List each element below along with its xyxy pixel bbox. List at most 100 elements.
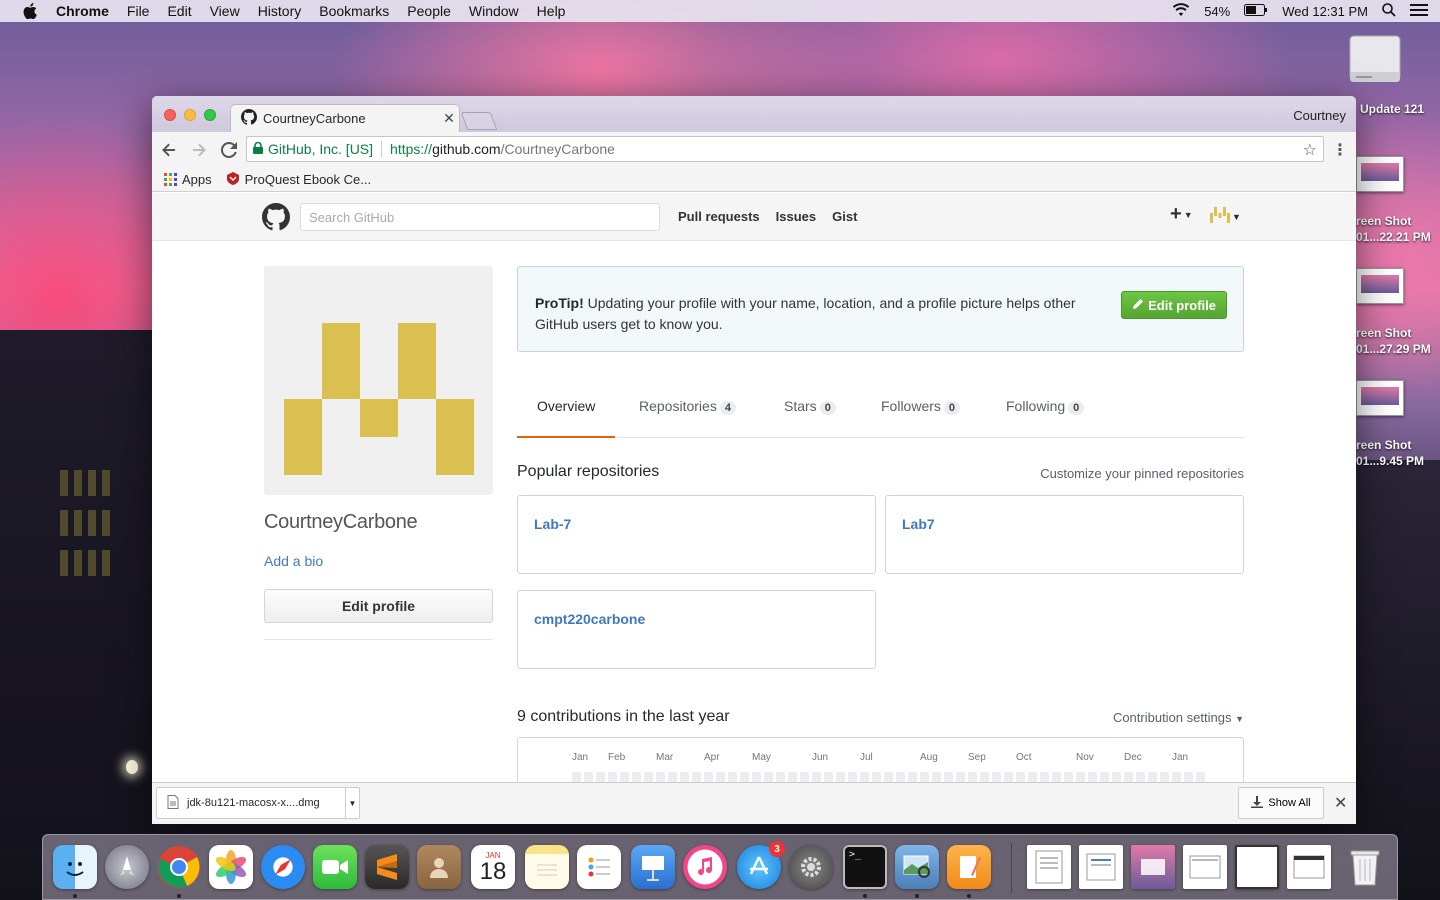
forward-arrow-icon[interactable]: [186, 137, 212, 163]
screenshot-label-3b[interactable]: 01...9.45 PM: [1356, 454, 1424, 468]
screenshot-stack-icon[interactable]: [1131, 845, 1175, 889]
menu-window[interactable]: Window: [469, 3, 519, 19]
repo-link[interactable]: Lab7: [902, 516, 935, 532]
terminal-prompt-icon: >_: [849, 849, 862, 860]
protip-banner: ProTip! Updating your profile with your …: [517, 266, 1244, 352]
window-titlebar: CourtneyCarbone ✕ Courtney: [152, 96, 1356, 132]
tab-repositories[interactable]: Repositories 4: [639, 398, 736, 438]
edit-profile-button[interactable]: Edit profile: [264, 589, 493, 623]
browser-toolbar: GitHub, Inc. [US] https://github.com/Cou…: [152, 132, 1356, 168]
bookmark-proquest[interactable]: ProQuest Ebook Ce...: [226, 171, 371, 188]
calendar-icon[interactable]: JAN 18: [471, 845, 515, 889]
tab-followers[interactable]: Followers 0: [881, 398, 961, 438]
github-search-input[interactable]: [300, 203, 660, 231]
apple-icon[interactable]: [20, 0, 40, 22]
menu-view[interactable]: View: [210, 3, 240, 19]
screenshot-label-2a[interactable]: reen Shot: [1356, 326, 1411, 340]
menu-app-name[interactable]: Chrome: [56, 3, 109, 19]
tab-close-icon[interactable]: ✕: [439, 110, 459, 127]
window-close-button[interactable]: [164, 109, 176, 121]
create-new-dropdown[interactable]: + ▼: [1170, 203, 1193, 226]
nav-pull-requests[interactable]: Pull requests: [678, 209, 760, 224]
blank-window-icon[interactable]: [1235, 845, 1279, 889]
window-thumbnail-icon[interactable]: [1183, 845, 1227, 889]
drive-label[interactable]: Update 121: [1360, 102, 1424, 116]
month-label: Dec: [1124, 752, 1142, 763]
menu-people[interactable]: People: [407, 3, 451, 19]
tab-following[interactable]: Following 0: [1006, 398, 1085, 438]
chrome-icon[interactable]: [157, 845, 201, 889]
launchpad-icon[interactable]: [105, 845, 149, 889]
screenshot-thumb-1[interactable]: [1356, 156, 1404, 192]
preview-icon[interactable]: [895, 845, 939, 889]
show-all-downloads-button[interactable]: Show All: [1238, 787, 1324, 819]
back-arrow-icon[interactable]: [156, 137, 182, 163]
battery-percent[interactable]: 54%: [1204, 4, 1230, 19]
close-download-shelf-icon[interactable]: ✕: [1334, 793, 1347, 813]
address-bar[interactable]: GitHub, Inc. [US] https://github.com/Cou…: [246, 136, 1324, 162]
reload-icon[interactable]: [216, 137, 242, 163]
add-bio-link[interactable]: Add a bio: [264, 553, 323, 569]
new-tab-button[interactable]: [460, 112, 498, 130]
nav-gist[interactable]: Gist: [832, 209, 857, 224]
tab-overview[interactable]: Overview: [517, 398, 616, 438]
proquest-favicon-icon: [226, 171, 240, 188]
secure-connection-indicator[interactable]: GitHub, Inc. [US]: [253, 141, 373, 157]
month-label: Apr: [704, 752, 720, 763]
facetime-icon[interactable]: [313, 845, 357, 889]
document-stack-icon[interactable]: [1079, 845, 1123, 889]
app-store-icon[interactable]: 3: [737, 841, 785, 889]
docx-document-icon[interactable]: [1027, 845, 1071, 889]
download-item[interactable]: jdk-8u121-macosx-x....dmg ▼: [156, 787, 360, 819]
protip-edit-profile-button[interactable]: Edit profile: [1121, 291, 1227, 319]
menu-edit[interactable]: Edit: [167, 3, 191, 19]
window-maximize-button[interactable]: [204, 109, 216, 121]
user-menu-dropdown[interactable]: ▼: [1210, 207, 1241, 226]
repo-link[interactable]: Lab-7: [534, 516, 571, 532]
wifi-icon[interactable]: [1172, 2, 1190, 20]
bookmark-star-icon[interactable]: ☆: [1303, 140, 1317, 160]
bookmark-apps[interactable]: Apps: [164, 172, 212, 187]
pages-icon[interactable]: [947, 845, 991, 889]
screenshot-label-2b[interactable]: 01...27.29 PM: [1356, 342, 1431, 356]
browser-tab[interactable]: CourtneyCarbone ✕: [230, 104, 460, 132]
keynote-icon[interactable]: [631, 845, 675, 889]
contribution-settings-dropdown[interactable]: Contribution settings ▼: [1113, 710, 1244, 725]
chrome-menu-icon[interactable]: ⋮: [1332, 140, 1348, 160]
terminal-icon[interactable]: >_: [843, 845, 887, 889]
screenshot-label-1b[interactable]: 01...22.21 PM: [1356, 230, 1431, 244]
sublime-text-icon[interactable]: [365, 845, 409, 889]
chrome-profile-name[interactable]: Courtney: [1293, 108, 1346, 123]
screenshot-thumb-3[interactable]: [1356, 380, 1404, 416]
finder-icon[interactable]: [53, 845, 97, 889]
contacts-icon[interactable]: [417, 845, 461, 889]
drive-icon[interactable]: [1348, 32, 1402, 92]
menubar-clock[interactable]: Wed 12:31 PM: [1282, 4, 1368, 19]
download-menu-caret-icon[interactable]: ▼: [345, 788, 359, 818]
photos-icon[interactable]: [209, 845, 253, 889]
browser-window-icon[interactable]: [1287, 845, 1331, 889]
itunes-icon[interactable]: [683, 845, 727, 889]
profile-avatar[interactable]: [264, 266, 493, 495]
menu-history[interactable]: History: [258, 3, 302, 19]
nav-issues[interactable]: Issues: [776, 209, 816, 224]
safari-icon[interactable]: [261, 845, 305, 889]
window-minimize-button[interactable]: [184, 109, 196, 121]
menu-help[interactable]: Help: [537, 3, 566, 19]
trash-icon[interactable]: [1343, 845, 1387, 889]
customize-pinned-link[interactable]: Customize your pinned repositories: [1040, 466, 1244, 481]
screenshot-label-3a[interactable]: reen Shot: [1356, 438, 1411, 452]
menu-bookmarks[interactable]: Bookmarks: [319, 3, 389, 19]
system-preferences-icon[interactable]: [789, 845, 833, 889]
tab-stars[interactable]: Stars 0: [784, 398, 836, 438]
screenshot-label-1a[interactable]: reen Shot: [1356, 214, 1411, 228]
notes-icon[interactable]: [525, 845, 569, 889]
battery-icon[interactable]: [1244, 3, 1268, 19]
notification-center-icon[interactable]: [1410, 3, 1428, 20]
screenshot-thumb-2[interactable]: [1356, 268, 1404, 304]
reminders-icon[interactable]: [577, 845, 621, 889]
spotlight-search-icon[interactable]: [1382, 2, 1396, 20]
menu-file[interactable]: File: [127, 3, 150, 19]
repo-link[interactable]: cmpt220carbone: [534, 611, 645, 627]
github-logo-icon[interactable]: [262, 203, 290, 231]
